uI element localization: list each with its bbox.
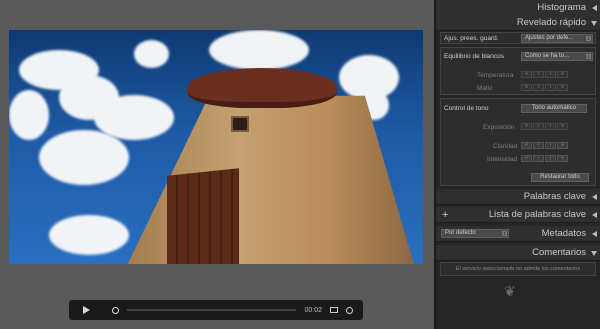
exposure-stepper[interactable]: «‹ ›» bbox=[521, 123, 568, 130]
tower-window bbox=[231, 116, 249, 132]
white-balance-label: Equilibrio de blancos bbox=[444, 53, 504, 60]
step-large-up[interactable]: » bbox=[557, 84, 568, 91]
metadata-title: Metadatos bbox=[541, 228, 586, 239]
step-up[interactable]: › bbox=[545, 84, 556, 91]
white-balance-section: Equilibrio de blancos Como se ha to... ⇕… bbox=[440, 47, 596, 95]
collapse-triangle-icon bbox=[592, 212, 597, 218]
cloud bbox=[49, 215, 129, 255]
vibrance-stepper[interactable]: «‹ ›» bbox=[521, 155, 568, 162]
keywords-title: Palabras clave bbox=[523, 191, 586, 202]
quick-develop-header[interactable]: Revelado rápido bbox=[436, 15, 600, 31]
tint-label: Matiz bbox=[477, 85, 493, 92]
saved-preset-dropdown[interactable]: Ajustes por defe... ⇕ bbox=[521, 34, 593, 43]
add-keyword-icon[interactable]: + bbox=[442, 207, 448, 223]
step-large-up[interactable]: » bbox=[557, 123, 568, 130]
panel-end-ornament-icon: ❦ bbox=[504, 283, 516, 299]
dropdown-icon: ⇕ bbox=[586, 54, 591, 59]
vibrance-label: Intensidad bbox=[487, 156, 517, 163]
step-large-down[interactable]: « bbox=[521, 142, 532, 149]
step-large-down[interactable]: « bbox=[521, 71, 532, 78]
temperature-label: Temperatura bbox=[477, 72, 514, 79]
video-controller: 00:02 bbox=[69, 300, 363, 320]
play-icon[interactable] bbox=[83, 306, 90, 314]
collapse-triangle-icon bbox=[592, 231, 597, 237]
step-large-down[interactable]: « bbox=[521, 155, 532, 162]
step-down[interactable]: ‹ bbox=[533, 142, 544, 149]
saved-preset-row: Ajus. prees. guard. Ajustes por defe... … bbox=[440, 32, 596, 44]
tower-door bbox=[167, 168, 239, 264]
saved-preset-value: Ajustes por defe... bbox=[525, 35, 574, 41]
step-down[interactable]: ‹ bbox=[533, 71, 544, 78]
seek-track[interactable] bbox=[127, 309, 297, 311]
tone-control-section: Control de tono Tono automático Exposici… bbox=[440, 98, 596, 186]
metadata-preset-dropdown[interactable]: Por defecto ⇕ bbox=[441, 229, 509, 238]
step-large-down[interactable]: « bbox=[521, 123, 532, 130]
step-large-up[interactable]: » bbox=[557, 142, 568, 149]
collapse-triangle-icon bbox=[592, 194, 597, 200]
step-large-up[interactable]: » bbox=[557, 71, 568, 78]
histogram-header[interactable]: Histograma bbox=[436, 0, 600, 16]
current-time: 00:02 bbox=[304, 306, 322, 314]
white-balance-value: Como se ha to... bbox=[525, 53, 570, 59]
comments-title: Comentarios bbox=[532, 247, 586, 258]
cloud bbox=[209, 30, 309, 70]
white-balance-dropdown[interactable]: Como se ha to... ⇕ bbox=[521, 52, 593, 61]
keyword-list-title: Lista de palabras clave bbox=[488, 209, 586, 220]
collapse-triangle-icon bbox=[592, 5, 597, 11]
step-large-up[interactable]: » bbox=[557, 155, 568, 162]
expand-triangle-icon bbox=[591, 251, 597, 256]
reset-all-button[interactable]: Restaurar todo bbox=[531, 173, 589, 182]
cloud bbox=[134, 40, 169, 68]
seek-handle[interactable] bbox=[112, 306, 119, 314]
comments-header[interactable]: Comentarios bbox=[436, 245, 600, 261]
keywords-header[interactable]: Palabras clave bbox=[436, 189, 600, 205]
tone-control-label: Control de tono bbox=[444, 105, 489, 112]
step-large-down[interactable]: « bbox=[521, 84, 532, 91]
gear-icon[interactable] bbox=[346, 306, 353, 314]
comments-note: El servicio seleccionado no admite los c… bbox=[440, 262, 596, 276]
clarity-label: Claridad bbox=[493, 143, 518, 150]
step-up[interactable]: › bbox=[545, 155, 556, 162]
saved-preset-label: Ajus. prees. guard. bbox=[444, 35, 499, 42]
right-panel: Histograma Revelado rápido Ajus. prees. … bbox=[434, 0, 600, 329]
histogram-title: Histograma bbox=[537, 2, 586, 13]
metadata-preset-value: Por defecto bbox=[445, 230, 476, 236]
expand-triangle-icon bbox=[591, 21, 597, 26]
step-down[interactable]: ‹ bbox=[533, 155, 544, 162]
temperature-stepper[interactable]: «‹ ›» bbox=[521, 71, 568, 78]
tower-roof bbox=[187, 68, 337, 108]
quick-develop-title: Revelado rápido bbox=[516, 17, 586, 28]
cloud bbox=[9, 90, 49, 140]
keyword-list-header[interactable]: + Lista de palabras clave bbox=[436, 207, 600, 223]
video-preview[interactable] bbox=[9, 30, 423, 264]
step-up[interactable]: › bbox=[545, 142, 556, 149]
step-down[interactable]: ‹ bbox=[533, 123, 544, 130]
cloud bbox=[94, 95, 174, 140]
frame-icon[interactable] bbox=[330, 307, 338, 313]
cloud bbox=[39, 130, 129, 185]
clarity-stepper[interactable]: «‹ ›» bbox=[521, 142, 568, 149]
tint-stepper[interactable]: «‹ ›» bbox=[521, 84, 568, 91]
exposure-label: Exposición bbox=[483, 124, 515, 131]
auto-tone-button[interactable]: Tono automático bbox=[521, 104, 587, 113]
step-up[interactable]: › bbox=[545, 123, 556, 130]
step-up[interactable]: › bbox=[545, 71, 556, 78]
dropdown-icon: ⇕ bbox=[586, 36, 591, 41]
metadata-header[interactable]: Por defecto ⇕ Metadatos bbox=[436, 226, 600, 242]
dropdown-icon: ⇕ bbox=[502, 231, 507, 236]
step-down[interactable]: ‹ bbox=[533, 84, 544, 91]
